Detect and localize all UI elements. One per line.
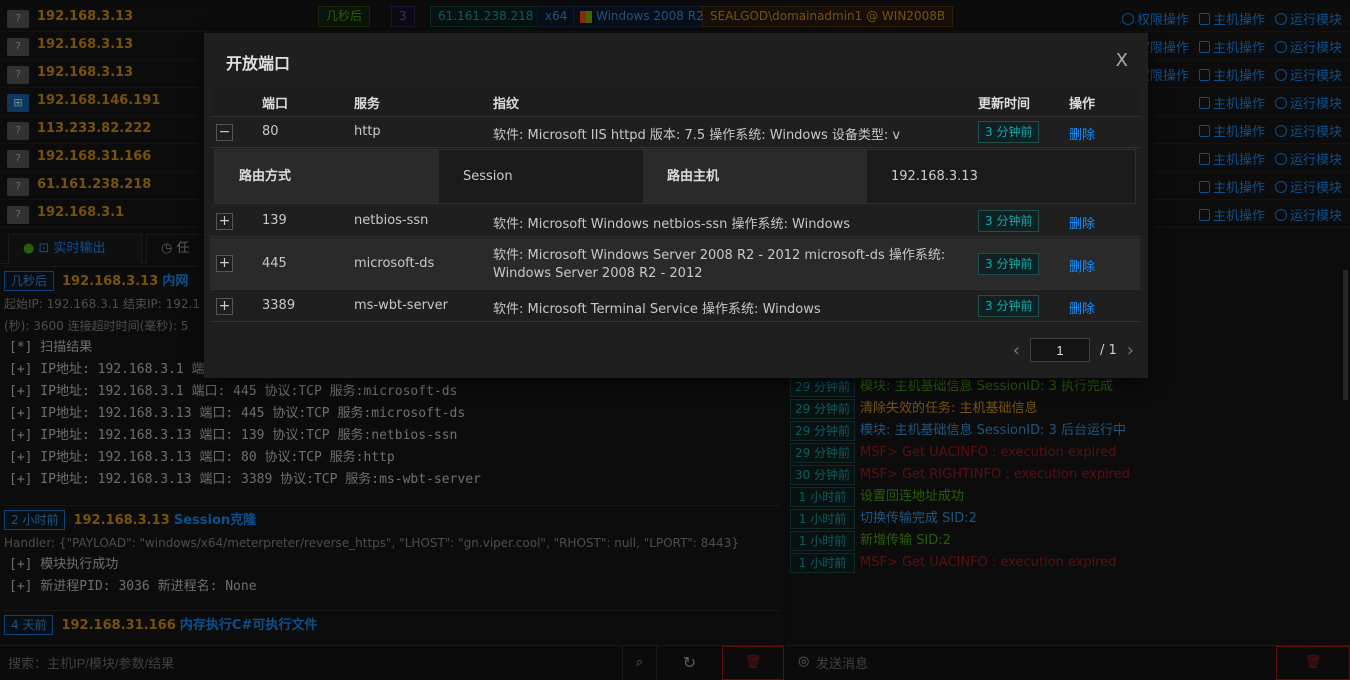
modal-title: 开放端口 (226, 54, 291, 73)
port-fingerprint: 软件: Microsoft Terminal Service 操作系统: Win… (493, 302, 821, 317)
expand-button[interactable]: + (216, 255, 233, 272)
route-label: 路由方式 (215, 150, 439, 203)
pagination: ‹ / 1 › (1013, 338, 1134, 362)
ports-table-header: 端口 服务 指纹 更新时间 操作 (210, 86, 1140, 117)
port-row: − 80 http 软件: Microsoft IIS httpd 版本: 7.… (210, 117, 1140, 148)
page-input[interactable] (1030, 338, 1090, 362)
port-row: + 445 microsoft-ds 软件: Microsoft Windows… (210, 238, 1140, 290)
header-updated: 更新时间 (978, 97, 1031, 112)
header-port: 端口 (262, 97, 289, 112)
route-host-label: 路由主机 (643, 150, 867, 203)
port-updated: 3 分钟前 (978, 253, 1040, 275)
port-updated: 3 分钟前 (978, 121, 1040, 143)
port-fingerprint: 软件: Microsoft Windows Server 2008 R2 - 2… (493, 248, 946, 263)
port-fingerprint: 软件: Microsoft Windows netbios-ssn 操作系统: … (493, 217, 851, 232)
page-total: / 1 (1100, 342, 1117, 358)
delete-link[interactable]: 删除 (1069, 213, 1095, 232)
port-number: 80 (262, 124, 279, 139)
port-number: 3389 (262, 298, 296, 313)
open-ports-modal: 开放端口 X 端口 服务 指纹 更新时间 操作 − 80 http 软件: Mi… (204, 33, 1148, 378)
port-row: + 3389 ms-wbt-server 软件: Microsoft Termi… (210, 291, 1140, 322)
port-updated: 3 分钟前 (978, 295, 1040, 317)
next-page-button[interactable]: › (1127, 340, 1134, 361)
port-fingerprint: 软件: Microsoft IIS httpd 版本: 7.5 操作系统: Wi… (493, 128, 901, 143)
expand-button[interactable]: + (216, 298, 233, 315)
header-service: 服务 (354, 97, 381, 112)
port-updated: 3 分钟前 (978, 210, 1040, 232)
delete-link[interactable]: 删除 (1069, 298, 1095, 317)
route-value: Session (463, 169, 513, 184)
header-fingerprint: 指纹 (493, 97, 520, 112)
close-icon[interactable]: X (1116, 50, 1128, 71)
route-host-value: 192.168.3.13 (891, 169, 978, 184)
port-number: 445 (262, 256, 287, 271)
port-number: 139 (262, 213, 287, 228)
expand-button[interactable]: + (216, 213, 233, 230)
port-service: netbios-ssn (354, 213, 429, 228)
port-fingerprint-cont: Windows Server 2008 R2 - 2012 (493, 266, 703, 281)
header-action: 操作 (1069, 97, 1096, 112)
collapse-button[interactable]: − (216, 124, 233, 141)
port-row: + 139 netbios-ssn 软件: Microsoft Windows … (210, 206, 1140, 237)
port-service: microsoft-ds (354, 256, 435, 271)
app: ? 192.168.3.13 权限操作 主机操作 运行模块? 192.168.3.13 权限… (0, 0, 1350, 680)
port-service: ms-wbt-server (354, 298, 448, 313)
prev-page-button[interactable]: ‹ (1013, 340, 1020, 361)
route-info: 路由方式 Session 路由主机 192.168.3.13 (214, 149, 1136, 204)
delete-link[interactable]: 删除 (1069, 256, 1095, 275)
delete-link[interactable]: 删除 (1069, 124, 1095, 143)
port-service: http (354, 124, 381, 139)
